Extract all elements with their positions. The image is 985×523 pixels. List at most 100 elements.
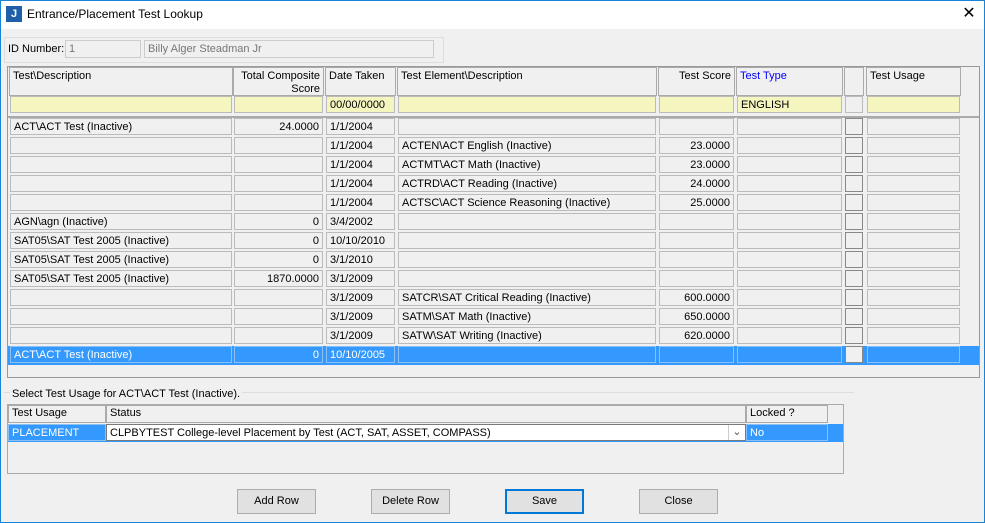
cell-test-score[interactable] bbox=[659, 270, 734, 287]
cell-test-score[interactable]: 23.0000 bbox=[659, 156, 734, 173]
cell-test-description[interactable] bbox=[10, 156, 232, 173]
cell-total-composite-score[interactable] bbox=[234, 156, 323, 173]
cell-check[interactable] bbox=[845, 118, 863, 135]
table-row[interactable]: 1/1/2004 ACTEN\ACT English (Inactive) 23.0… bbox=[8, 137, 979, 156]
cell-check[interactable] bbox=[845, 175, 863, 192]
filter-total-composite-score[interactable] bbox=[234, 96, 323, 113]
cell-test-description[interactable]: AGN\agn (Inactive) bbox=[10, 213, 232, 230]
cell-test-description[interactable] bbox=[10, 327, 232, 344]
save-button[interactable]: Save bbox=[505, 489, 584, 514]
cell-test-element[interactable]: ACTSC\ACT Science Reasoning (Inactive) bbox=[398, 194, 656, 211]
cell-test-element[interactable]: ACTEN\ACT English (Inactive) bbox=[398, 137, 656, 154]
cell-test-usage[interactable] bbox=[867, 270, 960, 287]
status-select[interactable]: CLPBYTEST College-level Placement by Tes… bbox=[106, 424, 746, 441]
cell-test-score[interactable]: 620.0000 bbox=[659, 327, 734, 344]
cell-date-taken[interactable]: 3/1/2009 bbox=[326, 308, 395, 325]
cell-test-element[interactable] bbox=[398, 270, 656, 287]
cell-total-composite-score[interactable]: 0 bbox=[234, 251, 323, 268]
table-row[interactable]: ACT\ACT Test (Inactive) 24.0000 1/1/2004 bbox=[8, 118, 979, 137]
cell-test-type[interactable] bbox=[737, 327, 842, 344]
cell-date-taken[interactable]: 1/1/2004 bbox=[326, 194, 395, 211]
cell-test-element[interactable] bbox=[398, 118, 656, 135]
cell-test-usage[interactable] bbox=[867, 175, 960, 192]
table-row[interactable]: SAT05\SAT Test 2005 (Inactive) 0 10/10/201… bbox=[8, 232, 979, 251]
cell-test-description[interactable] bbox=[10, 194, 232, 211]
cell-date-taken[interactable]: 1/1/2004 bbox=[326, 137, 395, 154]
cell-check[interactable] bbox=[845, 327, 863, 344]
cell-total-composite-score[interactable] bbox=[234, 137, 323, 154]
col-test-usage[interactable]: Test Usage bbox=[866, 67, 961, 96]
cell-test-score[interactable]: 23.0000 bbox=[659, 137, 734, 154]
filter-test-type[interactable]: ENGLISH bbox=[737, 96, 842, 113]
cell-test-type[interactable] bbox=[737, 156, 842, 173]
cell-test-type[interactable] bbox=[737, 137, 842, 154]
cell-check[interactable] bbox=[845, 194, 863, 211]
cell-test-description[interactable] bbox=[10, 289, 232, 306]
cell-test-description[interactable] bbox=[10, 175, 232, 192]
col-date-taken[interactable]: Date Taken bbox=[325, 67, 396, 96]
col-test-score[interactable]: Test Score bbox=[658, 67, 735, 96]
cell-test-usage[interactable] bbox=[867, 327, 960, 344]
col-total-composite-score[interactable]: Total Composite Score bbox=[233, 67, 324, 96]
cell-test-type[interactable] bbox=[737, 118, 842, 135]
cell-test-element[interactable]: SATM\SAT Math (Inactive) bbox=[398, 308, 656, 325]
cell-date-taken[interactable]: 10/10/2010 bbox=[326, 232, 395, 249]
cell-test-element[interactable]: SATCR\SAT Critical Reading (Inactive) bbox=[398, 289, 656, 306]
cell-test-score[interactable] bbox=[659, 251, 734, 268]
table-row[interactable]: 3/1/2009 SATCR\SAT Critical Reading (Inac… bbox=[8, 289, 979, 308]
usage-row[interactable]: PLACEMENT CLPBYTEST College-level Placem… bbox=[8, 424, 843, 442]
cell-test-description[interactable]: SAT05\SAT Test 2005 (Inactive) bbox=[10, 251, 232, 268]
cell-test-description[interactable]: SAT05\SAT Test 2005 (Inactive) bbox=[10, 270, 232, 287]
cell-test-usage[interactable] bbox=[867, 251, 960, 268]
locked-cell[interactable]: No bbox=[746, 424, 828, 441]
cell-test-type[interactable] bbox=[737, 213, 842, 230]
cell-check[interactable] bbox=[845, 270, 863, 287]
filter-test-description[interactable] bbox=[10, 96, 232, 113]
cell-test-score[interactable] bbox=[659, 346, 734, 363]
cell-total-composite-score[interactable] bbox=[234, 289, 323, 306]
cell-check[interactable] bbox=[845, 156, 863, 173]
col-test-description[interactable]: Test\Description bbox=[9, 67, 233, 96]
table-row[interactable]: 1/1/2004 ACTMT\ACT Math (Inactive) 23.0000 bbox=[8, 156, 979, 175]
cell-total-composite-score[interactable] bbox=[234, 308, 323, 325]
filter-check[interactable] bbox=[845, 96, 863, 113]
cell-test-type[interactable] bbox=[737, 270, 842, 287]
filter-test-usage[interactable] bbox=[867, 96, 960, 113]
student-name-field[interactable]: Billy Alger Steadman Jr bbox=[144, 40, 434, 58]
chevron-down-icon[interactable]: ⌄ bbox=[728, 425, 745, 440]
filter-test-score[interactable] bbox=[659, 96, 734, 113]
cell-check[interactable] bbox=[845, 137, 863, 154]
col-test-type[interactable]: Test Type bbox=[736, 67, 843, 96]
cell-test-description[interactable]: ACT\ACT Test (Inactive) bbox=[10, 118, 232, 135]
cell-date-taken[interactable]: 3/1/2009 bbox=[326, 327, 395, 344]
cell-total-composite-score[interactable]: 0 bbox=[234, 232, 323, 249]
cell-test-usage[interactable] bbox=[867, 213, 960, 230]
cell-test-score[interactable]: 650.0000 bbox=[659, 308, 734, 325]
add-row-button[interactable]: Add Row bbox=[237, 489, 316, 514]
cell-total-composite-score[interactable]: 1870.0000 bbox=[234, 270, 323, 287]
table-row[interactable]: AGN\agn (Inactive) 0 3/4/2002 bbox=[8, 213, 979, 232]
close-button[interactable]: Close bbox=[639, 489, 718, 514]
cell-date-taken[interactable]: 3/4/2002 bbox=[326, 213, 395, 230]
cell-test-score[interactable] bbox=[659, 213, 734, 230]
delete-row-button[interactable]: Delete Row bbox=[371, 489, 450, 514]
cell-total-composite-score[interactable]: 0 bbox=[234, 346, 323, 363]
cell-check[interactable] bbox=[845, 251, 863, 268]
cell-check[interactable] bbox=[845, 346, 863, 363]
cell-date-taken[interactable]: 3/1/2009 bbox=[326, 270, 395, 287]
cell-test-usage[interactable] bbox=[867, 118, 960, 135]
table-row[interactable]: 3/1/2009 SATM\SAT Math (Inactive) 650.0000 bbox=[8, 308, 979, 327]
cell-check[interactable] bbox=[845, 289, 863, 306]
cell-test-type[interactable] bbox=[737, 308, 842, 325]
cell-test-type[interactable] bbox=[737, 251, 842, 268]
cell-test-score[interactable]: 25.0000 bbox=[659, 194, 734, 211]
cell-check[interactable] bbox=[845, 213, 863, 230]
cell-test-element[interactable] bbox=[398, 232, 656, 249]
cell-test-description[interactable] bbox=[10, 137, 232, 154]
cell-test-score[interactable]: 24.0000 bbox=[659, 175, 734, 192]
table-row[interactable]: ACT\ACT Test (Inactive) 0 10/10/2005 bbox=[8, 346, 979, 365]
table-row[interactable]: SAT05\SAT Test 2005 (Inactive) 0 3/1/2010 bbox=[8, 251, 979, 270]
table-row[interactable]: 1/1/2004 ACTRD\ACT Reading (Inactive) 24.0… bbox=[8, 175, 979, 194]
cell-test-type[interactable] bbox=[737, 346, 842, 363]
cell-total-composite-score[interactable] bbox=[234, 175, 323, 192]
